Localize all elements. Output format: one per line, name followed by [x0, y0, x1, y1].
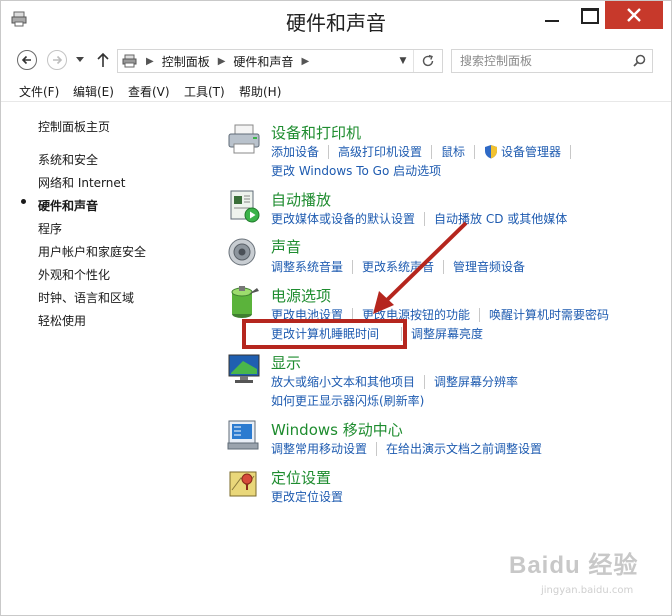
- speaker-icon: [228, 238, 256, 266]
- shield-icon: [485, 145, 498, 159]
- back-button[interactable]: [16, 49, 38, 71]
- title-bar: 硬件和声音: [1, 1, 671, 39]
- category-title[interactable]: Windows 移动中心: [271, 419, 403, 440]
- watermark-url: jingyan.baidu.com: [541, 585, 634, 596]
- link-advanced-printer-setup[interactable]: 高级打印机设置: [338, 143, 422, 160]
- link-mouse[interactable]: 鼠标: [441, 143, 465, 160]
- link-presentation-settings[interactable]: 在给出演示文档之前调整设置: [386, 440, 542, 457]
- menu-file[interactable]: 文件(F): [19, 83, 59, 100]
- sidebar-item-user-accounts[interactable]: 用户帐户和家庭安全: [38, 243, 146, 260]
- link-autoplay-cd[interactable]: 自动播放 CD 或其他媒体: [434, 210, 567, 227]
- link-manage-audio-devices[interactable]: 管理音频设备: [453, 258, 525, 275]
- menu-view[interactable]: 查看(V): [128, 83, 170, 100]
- control-panel-icon: [122, 54, 137, 68]
- link-make-text-larger-smaller[interactable]: 放大或缩小文本和其他项目: [271, 373, 415, 390]
- active-item-bullet-icon: [21, 199, 26, 204]
- link-row: 更改媒体或设备的默认设置 自动播放 CD 或其他媒体: [271, 210, 567, 227]
- forward-arrow-icon: [47, 50, 67, 70]
- forward-button[interactable]: [46, 49, 68, 71]
- link-row: 调整系统音量 更改系统声音 管理音频设备: [271, 258, 525, 275]
- link-device-manager[interactable]: 设备管理器: [501, 143, 561, 160]
- sidebar-item-system-security[interactable]: 系统和安全: [38, 151, 98, 168]
- category-title[interactable]: 自动播放: [271, 189, 331, 210]
- sidebar-item-control-panel-home[interactable]: 控制面板主页: [38, 118, 110, 135]
- link-change-location-settings[interactable]: 更改定位设置: [271, 488, 343, 505]
- maximize-button[interactable]: [575, 1, 605, 31]
- mobility-center-icon: [227, 420, 259, 450]
- category-title[interactable]: 声音: [271, 236, 301, 257]
- link-row: 调整常用移动设置 在给出演示文档之前调整设置: [271, 440, 542, 457]
- battery-icon: [231, 286, 259, 318]
- location-icon: [229, 471, 257, 497]
- baidu-watermark: Baidu 经验: [509, 552, 639, 579]
- link-row: 放大或缩小文本和其他项目 调整屏幕分辨率: [271, 373, 518, 390]
- sidebar-item-ease-of-access[interactable]: 轻松使用: [38, 312, 86, 329]
- sidebar-item-programs[interactable]: 程序: [38, 220, 62, 237]
- back-arrow-icon: [17, 50, 37, 70]
- up-arrow-icon: [97, 52, 109, 67]
- breadcrumb-separator-icon: ▶: [217, 55, 226, 67]
- minimize-icon: [545, 20, 559, 22]
- autoplay-icon: [230, 190, 260, 223]
- sidebar-item-appearance[interactable]: 外观和个性化: [38, 266, 110, 283]
- link-change-system-sounds[interactable]: 更改系统声音: [362, 258, 434, 275]
- maximize-icon: [581, 8, 599, 24]
- close-button[interactable]: [605, 1, 663, 29]
- sidebar-item-hardware-sound: 硬件和声音: [38, 199, 99, 213]
- category-title[interactable]: 设备和打印机: [271, 122, 361, 143]
- chevron-down-icon: [76, 57, 84, 62]
- search-input[interactable]: [458, 50, 632, 72]
- link-row: 更改 Windows To Go 启动选项: [271, 162, 441, 179]
- breadcrumb-hardware-sound[interactable]: 硬件和声音: [233, 53, 293, 70]
- minimize-button[interactable]: [529, 1, 575, 31]
- link-adjust-screen-resolution[interactable]: 调整屏幕分辨率: [434, 373, 518, 390]
- display-icon: [228, 354, 260, 383]
- link-row: 添加设备 高级打印机设置 鼠标 设备管理器: [271, 143, 580, 160]
- close-icon: [627, 8, 641, 22]
- link-adjust-mobility-settings[interactable]: 调整常用移动设置: [271, 440, 367, 457]
- link-row: 更改定位设置: [271, 488, 343, 505]
- menu-tools[interactable]: 工具(T): [184, 83, 225, 100]
- link-windows-to-go-startup[interactable]: 更改 Windows To Go 启动选项: [271, 162, 441, 179]
- navigation-bar: ▶ 控制面板 ▶ 硬件和声音 ▶ ▼: [1, 41, 671, 79]
- up-button[interactable]: [93, 49, 113, 71]
- recent-locations-button[interactable]: [73, 49, 87, 71]
- sidebar-item-network-internet[interactable]: 网络和 Internet: [38, 174, 125, 191]
- link-add-device[interactable]: 添加设备: [271, 143, 319, 160]
- link-require-password-on-wakeup[interactable]: 唤醒计算机时需要密码: [489, 306, 609, 323]
- breadcrumb-separator-icon: ▶: [146, 55, 154, 67]
- category-title[interactable]: 显示: [271, 352, 301, 373]
- search-box[interactable]: [451, 49, 653, 73]
- link-row: 如何更正显示器闪烁(刷新率): [271, 392, 424, 409]
- menu-edit[interactable]: 编辑(E): [73, 83, 114, 100]
- refresh-icon: [422, 54, 434, 67]
- refresh-button[interactable]: [413, 50, 442, 72]
- menu-help[interactable]: 帮助(H): [239, 83, 281, 100]
- address-bar[interactable]: ▶ 控制面板 ▶ 硬件和声音 ▶ ▼: [117, 49, 443, 73]
- search-icon[interactable]: [633, 54, 646, 67]
- breadcrumb-separator-icon: ▶: [301, 55, 310, 67]
- breadcrumb-control-panel[interactable]: 控制面板: [162, 53, 210, 70]
- link-adjust-volume[interactable]: 调整系统音量: [271, 258, 343, 275]
- link-adjust-screen-brightness[interactable]: 调整屏幕亮度: [411, 325, 483, 342]
- link-change-media-defaults[interactable]: 更改媒体或设备的默认设置: [271, 210, 415, 227]
- menu-bar: 文件(F) 编辑(E) 查看(V) 工具(T) 帮助(H): [1, 79, 671, 102]
- annotation-highlight-box: [242, 319, 407, 349]
- address-dropdown-icon[interactable]: ▼: [396, 50, 410, 72]
- printer-icon: [228, 124, 260, 154]
- link-fix-monitor-flicker[interactable]: 如何更正显示器闪烁(刷新率): [271, 392, 424, 409]
- control-panel-window: 硬件和声音 ▶ 控制面板 ▶ 硬件和声音 ▶ ▼ 搜索控制面板 文件(F) 编辑…: [0, 0, 672, 616]
- sidebar-item-clock-language-region[interactable]: 时钟、语言和区域: [38, 289, 134, 306]
- category-title[interactable]: 电源选项: [271, 285, 331, 306]
- category-title[interactable]: 定位设置: [271, 467, 331, 488]
